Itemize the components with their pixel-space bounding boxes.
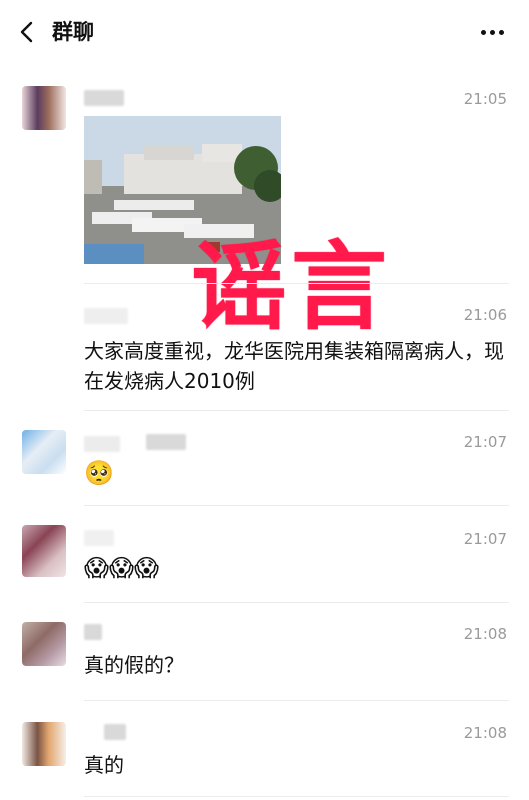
sender-name — [84, 436, 120, 452]
message-time: 21:06 — [463, 306, 507, 324]
divider — [84, 602, 509, 603]
avatar[interactable] — [22, 722, 66, 766]
avatar[interactable] — [22, 86, 66, 130]
divider — [84, 283, 509, 284]
avatar[interactable] — [22, 525, 66, 577]
sender-name — [84, 530, 114, 546]
message-text: 大家高度重视，龙华医院用集装箱隔离病人，现在发烧病人2010例 — [84, 339, 504, 393]
more-dot-icon — [498, 29, 504, 35]
message-text: 真的假的？ — [84, 653, 184, 677]
sender-name — [84, 624, 102, 640]
divider — [84, 410, 509, 411]
message-time: 21:07 — [463, 433, 507, 451]
more-dot-icon — [480, 29, 486, 35]
rumor-stamp: 谣言 — [191, 231, 391, 343]
avatar[interactable] — [22, 430, 66, 474]
message-time: 21:08 — [463, 625, 507, 643]
chevron-left-icon — [20, 21, 33, 43]
sender-name — [146, 434, 186, 450]
back-button[interactable] — [14, 18, 42, 46]
avatar[interactable] — [22, 622, 66, 666]
message-text: 真的 — [84, 753, 124, 777]
divider — [84, 505, 509, 506]
message-emoji: 🥺 — [84, 459, 114, 487]
message-time: 21:07 — [463, 530, 507, 548]
message-time: 21:08 — [463, 724, 507, 742]
more-options-button[interactable] — [477, 20, 507, 44]
divider — [84, 796, 509, 797]
more-dot-icon — [489, 29, 495, 35]
message-time: 21:05 — [463, 90, 507, 108]
sender-name — [84, 90, 124, 106]
sender-name — [84, 308, 128, 324]
divider — [84, 700, 509, 701]
page-title: 群聊 — [52, 20, 94, 44]
message-emoji: 😱😱😱 — [84, 554, 160, 582]
top-bar: 群聊 — [0, 0, 529, 64]
sender-name — [104, 724, 126, 740]
